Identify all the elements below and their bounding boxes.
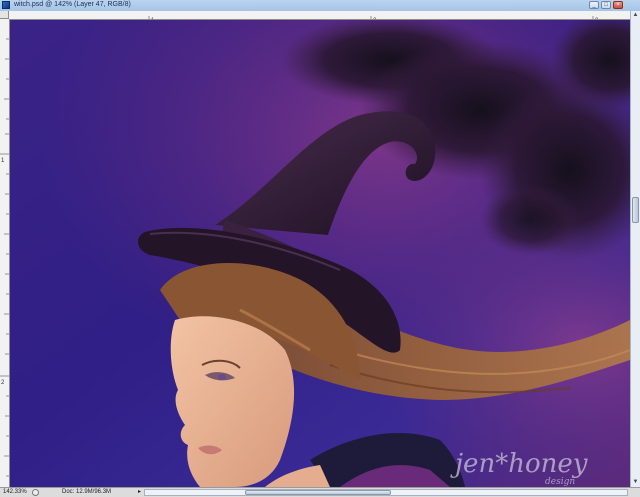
window-title: witch.psd @ 142% (Layer 47, RGB/8) [14,1,131,8]
close-button[interactable]: × [613,1,623,9]
ruler-origin[interactable] [0,11,9,19]
witch-painting: jen*honey design [10,20,630,487]
vertical-scrollbar[interactable]: ▲ ▼ [630,11,640,487]
vertical-ruler[interactable]: 1 2 [0,19,10,487]
ruler-left-label-1: 1 [1,158,5,164]
horizontal-ruler[interactable]: 1 2 3 [9,11,630,20]
vertical-ruler-ticks: 1 2 [0,38,9,477]
status-bar: 142.33% Doc: 12.9M/96.3M ▸ [0,487,640,497]
horizontal-scroll-thumb[interactable] [245,490,391,495]
document-info-icon[interactable] [32,489,39,496]
document-canvas[interactable]: jen*honey design [10,20,630,487]
zoom-level[interactable]: 142.33% [3,488,27,497]
photoshop-document-icon [2,1,10,9]
scroll-up-arrow-icon[interactable]: ▲ [632,11,639,19]
ruler-left-label-2: 2 [1,380,5,386]
horizontal-scrollbar[interactable] [144,489,628,496]
watermark-line-1: jen*honey [450,449,588,479]
vertical-scroll-thumb[interactable] [632,197,639,223]
minimize-button[interactable]: _ [589,1,599,9]
document-size: Doc: 12.9M/96.3M [62,489,112,495]
maximize-button[interactable]: □ [601,1,611,9]
status-menu-arrow[interactable]: ▸ [138,488,141,497]
scroll-down-arrow-icon[interactable]: ▼ [632,478,639,486]
watermark-line-2: design [545,477,575,487]
